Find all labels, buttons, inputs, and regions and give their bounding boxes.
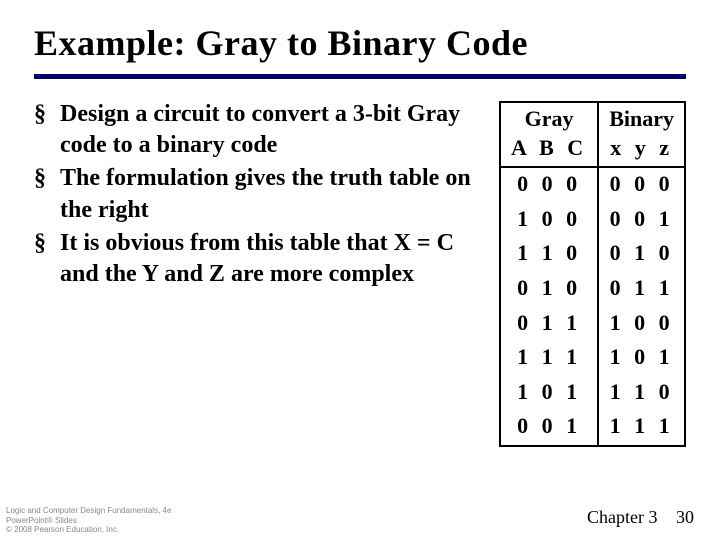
list-item: The formulation gives the truth table on…: [34, 163, 485, 225]
footer-pagination: Chapter 3 30: [587, 507, 694, 528]
table-row: 0 0 0 0 0 0: [500, 167, 685, 203]
cell-gray: 0 1 0: [500, 272, 598, 307]
footer-copyright: Logic and Computer Design Fundamentals, …: [6, 506, 171, 534]
table-row: 1 0 1 1 1 0: [500, 376, 685, 411]
footer-book: Logic and Computer Design Fundamentals, …: [6, 506, 171, 515]
footer-copy: © 2008 Pearson Education, Inc.: [6, 525, 171, 534]
list-item: Design a circuit to convert a 3-bit Gray…: [34, 99, 485, 161]
list-item: It is obvious from this table that X = C…: [34, 228, 485, 290]
col-header-binary: Binary: [598, 102, 685, 134]
col-sub-binary: x y z: [598, 134, 685, 168]
title-rule: [34, 74, 686, 79]
cell-bin: 0 0 1: [598, 203, 685, 238]
slide: Example: Gray to Binary Code Design a ci…: [0, 0, 720, 447]
cell-gray: 1 0 0: [500, 203, 598, 238]
chapter-label: Chapter 3: [587, 507, 657, 527]
page-title: Example: Gray to Binary Code: [34, 22, 686, 64]
table-header-row: Gray Binary: [500, 102, 685, 134]
content-row: Design a circuit to convert a 3-bit Gray…: [34, 99, 686, 447]
table-row: 1 1 0 0 1 0: [500, 237, 685, 272]
col-sub-gray: A B C: [500, 134, 598, 168]
cell-bin: 0 1 0: [598, 237, 685, 272]
table-row: 1 0 0 0 0 1: [500, 203, 685, 238]
col-header-gray: Gray: [500, 102, 598, 134]
cell-bin: 1 1 0: [598, 376, 685, 411]
table-row: 0 1 1 1 0 0: [500, 307, 685, 342]
cell-bin: 0 1 1: [598, 272, 685, 307]
cell-bin: 1 0 0: [598, 307, 685, 342]
footer-subtitle: PowerPoint® Slides: [6, 516, 171, 525]
table-row: 1 1 1 1 0 1: [500, 341, 685, 376]
cell-bin: 1 1 1: [598, 410, 685, 446]
cell-gray: 1 1 1: [500, 341, 598, 376]
cell-gray: 1 1 0: [500, 237, 598, 272]
cell-gray: 1 0 1: [500, 376, 598, 411]
cell-bin: 0 0 0: [598, 167, 685, 203]
table-row: 0 0 1 1 1 1: [500, 410, 685, 446]
cell-bin: 1 0 1: [598, 341, 685, 376]
bullet-list: Design a circuit to convert a 3-bit Gray…: [34, 99, 485, 292]
truth-table: Gray Binary A B C x y z 0 0 0 0 0 0 1 0 …: [499, 101, 686, 447]
page-number: 30: [676, 507, 694, 527]
table-row: 0 1 0 0 1 1: [500, 272, 685, 307]
cell-gray: 0 0 0: [500, 167, 598, 203]
cell-gray: 0 0 1: [500, 410, 598, 446]
table-subheader-row: A B C x y z: [500, 134, 685, 168]
cell-gray: 0 1 1: [500, 307, 598, 342]
